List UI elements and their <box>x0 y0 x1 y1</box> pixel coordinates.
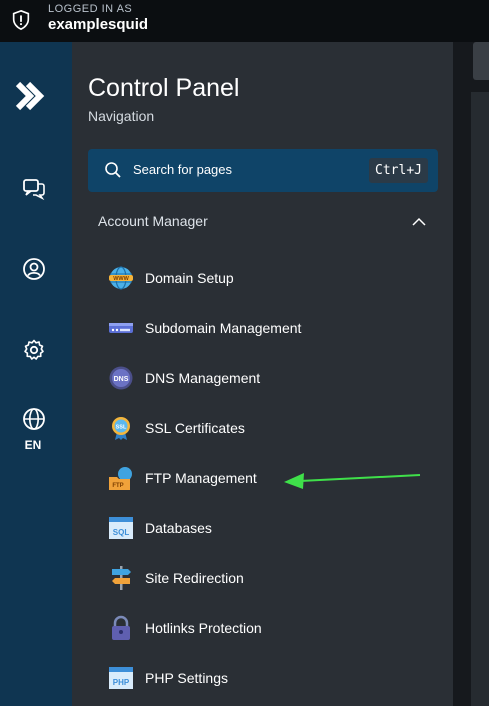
svg-text:WWW: WWW <box>113 276 129 282</box>
search-icon <box>105 162 121 178</box>
subdomain-icon <box>108 315 134 341</box>
section-label: Account Manager <box>98 213 208 229</box>
user-icon <box>23 258 45 280</box>
svg-text:SQL: SQL <box>113 528 130 537</box>
top-bar: LOGGED IN AS examplesquid <box>0 0 489 42</box>
panel-subtitle: Navigation <box>88 108 155 124</box>
svg-text:PHP: PHP <box>113 678 130 687</box>
www-globe-icon: WWW <box>108 265 134 291</box>
menu-item-ssl-certificates[interactable]: SSL SSL Certificates <box>108 411 428 445</box>
menu-item-label: PHP Settings <box>145 670 229 686</box>
menu-item-php-settings[interactable]: PHP PHP Settings <box>108 661 428 695</box>
globe-icon <box>23 408 45 430</box>
ssl-badge-icon: SSL <box>108 415 134 441</box>
menu-item-label: Site Redirection <box>145 570 244 586</box>
menu-item-label: DNS Management <box>145 370 261 386</box>
signpost-icon <box>108 565 134 591</box>
menu-item-label: Subdomain Management <box>145 320 302 336</box>
logo-icon[interactable] <box>14 78 50 114</box>
logged-in-label: LOGGED IN AS <box>48 3 133 15</box>
language-button[interactable] <box>20 405 48 433</box>
sql-window-icon: SQL <box>108 515 134 541</box>
settings-button[interactable] <box>20 336 48 364</box>
menu-item-label: FTP Management <box>145 470 257 486</box>
chat-button[interactable] <box>20 174 48 202</box>
annotation-arrow <box>284 473 421 489</box>
menu-item-hotlinks-protection[interactable]: Hotlinks Protection <box>108 611 428 645</box>
menu-item-label: SSL Certificates <box>145 420 245 436</box>
php-window-icon: PHP <box>108 665 134 691</box>
search-bar[interactable]: Search for pages Ctrl+J <box>88 149 438 192</box>
shield-icon <box>12 9 30 31</box>
section-account-manager[interactable]: Account Manager <box>98 213 438 233</box>
username[interactable]: examplesquid <box>48 16 148 33</box>
content-body-edge <box>471 92 489 706</box>
ftp-folder-icon: FTP <box>108 465 134 491</box>
language-label[interactable]: EN <box>0 438 66 452</box>
menu-item-subdomain-management[interactable]: Subdomain Management <box>108 311 428 345</box>
menu-item-label: Domain Setup <box>145 270 234 286</box>
menu-item-label: Databases <box>145 520 212 536</box>
menu-item-label: Hotlinks Protection <box>145 620 262 636</box>
navigation-panel: Control Panel Navigation Search for page… <box>72 42 453 706</box>
panel-title: Control Panel <box>88 74 240 102</box>
main-content-area <box>453 42 489 706</box>
menu-item-site-redirection[interactable]: Site Redirection <box>108 561 428 595</box>
search-placeholder: Search for pages <box>133 162 233 177</box>
profile-button[interactable] <box>20 255 48 283</box>
icon-rail: EN <box>0 42 72 706</box>
content-header-edge <box>473 42 489 80</box>
dns-icon: DNS <box>108 365 134 391</box>
menu-item-domain-setup[interactable]: WWW Domain Setup <box>108 261 428 295</box>
svg-text:SSL: SSL <box>116 425 127 431</box>
search-shortcut: Ctrl+J <box>369 158 428 183</box>
menu-item-dns-management[interactable]: DNS DNS Management <box>108 361 428 395</box>
chevron-up-icon[interactable] <box>412 215 426 229</box>
gear-icon <box>24 339 44 360</box>
chat-icon <box>23 179 45 201</box>
padlock-icon <box>108 615 134 641</box>
svg-text:FTP: FTP <box>112 483 123 489</box>
svg-text:DNS: DNS <box>114 376 129 383</box>
menu-item-databases[interactable]: SQL Databases <box>108 511 428 545</box>
